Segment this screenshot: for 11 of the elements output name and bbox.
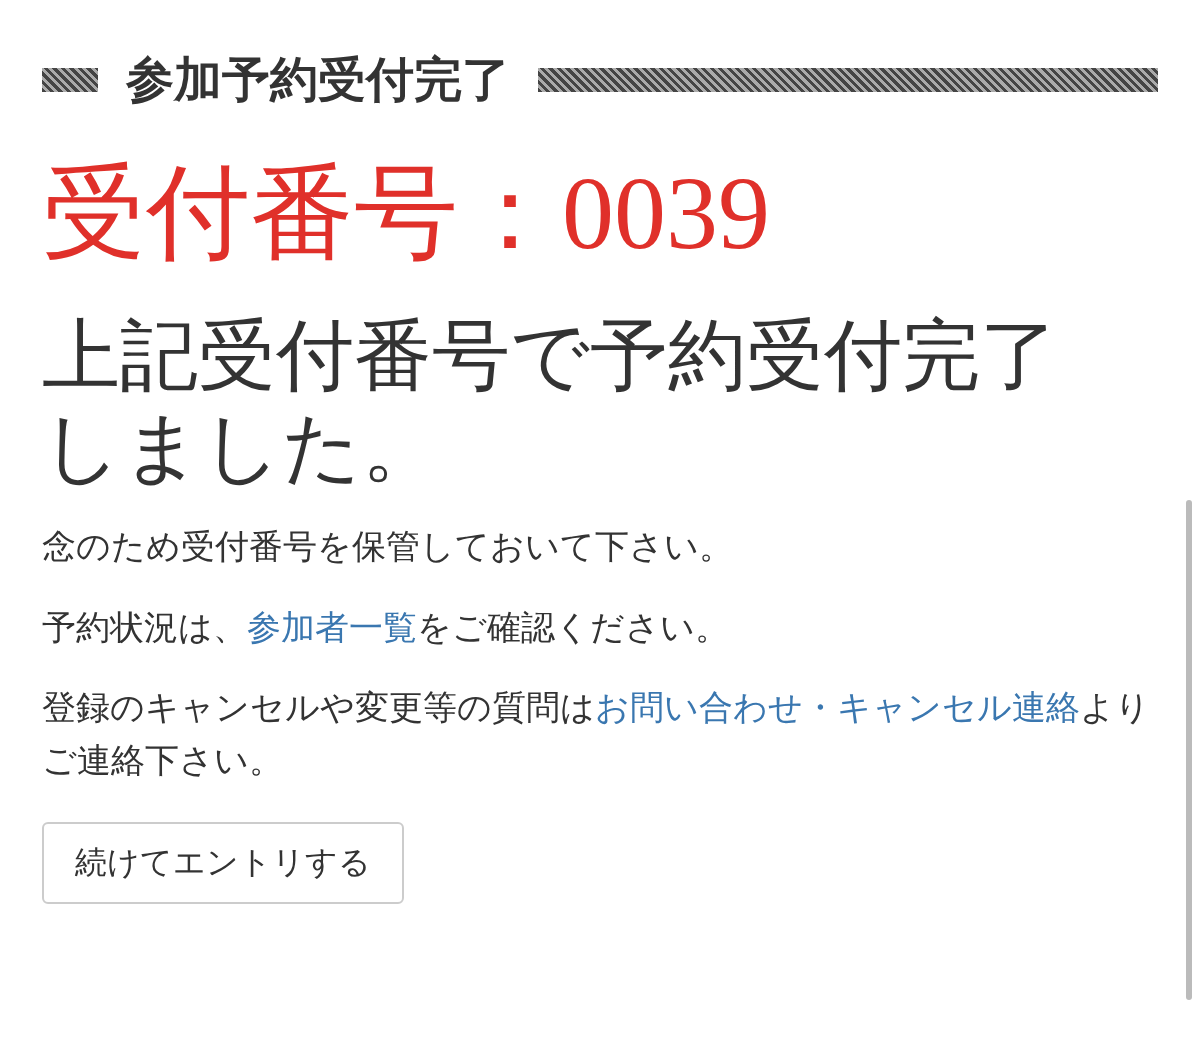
continue-entry-button[interactable]: 続けてエントリする bbox=[42, 821, 404, 904]
info-text: 念のため受付番号を保管しておいて下さい。 bbox=[42, 526, 734, 567]
text-link[interactable]: お問い合わせ・キャンセル連絡 bbox=[595, 689, 1080, 727]
section-heading: 参加予約受付完了 bbox=[126, 52, 510, 108]
scrollbar[interactable] bbox=[1186, 500, 1192, 1000]
text-link[interactable]: 参加者一覧 bbox=[247, 608, 417, 646]
info-text: 予約状況は、参加者一覧をご確認ください。 bbox=[42, 607, 730, 648]
striped-bar bbox=[42, 68, 98, 92]
receipt-number: 受付番号：0039 bbox=[42, 156, 771, 271]
completion-message: 上記受付番号で予約受付完了しました。 bbox=[42, 311, 1059, 493]
info-text: 登録のキャンセルや変更等の質問はお問い合わせ・キャンセル連絡よりご連絡下さい。 bbox=[42, 688, 1151, 781]
